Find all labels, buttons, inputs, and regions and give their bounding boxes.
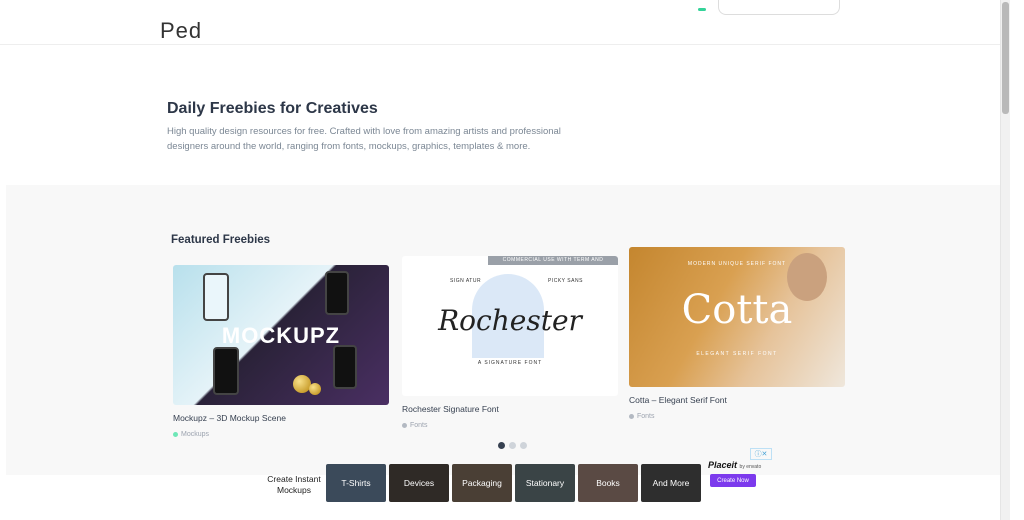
card-category[interactable]: Fonts — [629, 413, 845, 420]
thumbnail-text: Rochester — [438, 304, 582, 337]
thumbnail-text: Cotta — [681, 287, 793, 333]
freebie-card-rochester[interactable]: COMMERCIAL USE WITH TERM AND CONDITION S… — [402, 256, 618, 429]
phone-mockup — [213, 347, 239, 395]
category-label: Mockups — [181, 431, 210, 438]
page-description: High quality design resources for free. … — [167, 126, 561, 152]
card-title[interactable]: Cotta – Elegant Serif Font — [629, 395, 845, 405]
card-thumbnail[interactable]: MODERN UNIQUE SERIF FONT Cotta ELEGANT S… — [629, 247, 845, 387]
category-dot-icon — [629, 414, 634, 419]
site-logo-fragment[interactable]: Ped — [160, 18, 202, 44]
thumbnail-subtext: ELEGANT SERIF FONT — [696, 351, 778, 357]
phone-mockup — [203, 273, 229, 321]
vertical-scrollbar[interactable] — [1000, 0, 1010, 520]
search-input[interactable] — [718, 0, 840, 15]
ad-close-icon[interactable]: ⓘ✕ — [750, 448, 772, 460]
site-header: Ped — [0, 0, 1000, 45]
category-dot-icon — [173, 432, 178, 437]
card-title[interactable]: Mockupz – 3D Mockup Scene — [173, 413, 389, 423]
brand-sub: by envato — [739, 464, 762, 470]
scrollbar-thumb[interactable] — [1002, 2, 1009, 114]
ad-tile-packaging[interactable]: Packaging — [452, 464, 512, 502]
phone-mockup — [333, 345, 357, 389]
gold-sphere — [309, 383, 321, 395]
create-now-button[interactable]: Create Now — [710, 474, 756, 487]
card-category[interactable]: Mockups — [173, 431, 389, 438]
featured-title: Featured Freebies — [171, 234, 271, 246]
ad-lead-text: Create Instant Mockups — [267, 474, 321, 495]
placeit-logo[interactable]: Placeit by envato — [708, 460, 761, 470]
thumbnail-banner: COMMERCIAL USE WITH TERM AND CONDITION — [488, 256, 618, 272]
placeit-ad-banner[interactable]: Create Instant Mockups T-Shirts Devices … — [262, 448, 772, 504]
card-thumbnail[interactable]: COMMERCIAL USE WITH TERM AND CONDITION S… — [402, 256, 618, 396]
freebies-page: Ped Daily Freebies for Creatives High qu… — [0, 0, 1024, 520]
freebie-card-cotta[interactable]: MODERN UNIQUE SERIF FONT Cotta ELEGANT S… — [629, 247, 845, 420]
card-thumbnail[interactable]: MOCKUPZ — [173, 265, 389, 405]
category-label: Fonts — [410, 422, 428, 429]
card-category[interactable]: Fonts — [402, 422, 618, 429]
header-accent-mark — [698, 8, 706, 11]
category-dot-icon — [402, 423, 407, 428]
thumbnail-toptext: MODERN UNIQUE SERIF FONT — [687, 261, 787, 267]
ad-tile-tshirts[interactable]: T-Shirts — [326, 464, 386, 502]
category-label: Fonts — [637, 413, 655, 420]
freebie-card-mockupz[interactable]: MOCKUPZ Mockupz – 3D Mockup Scene Mockup… — [173, 265, 389, 438]
ad-tile-books[interactable]: Books — [578, 464, 638, 502]
thumbnail-text: MOCKUPZ — [221, 323, 341, 348]
ad-tile-devices[interactable]: Devices — [389, 464, 449, 502]
phone-mockup — [325, 271, 349, 315]
ad-tile-stationary[interactable]: Stationary — [515, 464, 575, 502]
page-title: Daily Freebies for Creatives — [167, 100, 378, 117]
ad-tile-more[interactable]: And More — [641, 464, 701, 502]
thumbnail-side-text: PICKY SANS — [548, 278, 583, 284]
card-title[interactable]: Rochester Signature Font — [402, 404, 618, 414]
brand-name: Placeit — [708, 460, 738, 470]
thumbnail-side-text: SIGN ATUR — [450, 278, 482, 284]
thumbnail-subtext: A SIGNATURE FONT — [477, 360, 543, 366]
